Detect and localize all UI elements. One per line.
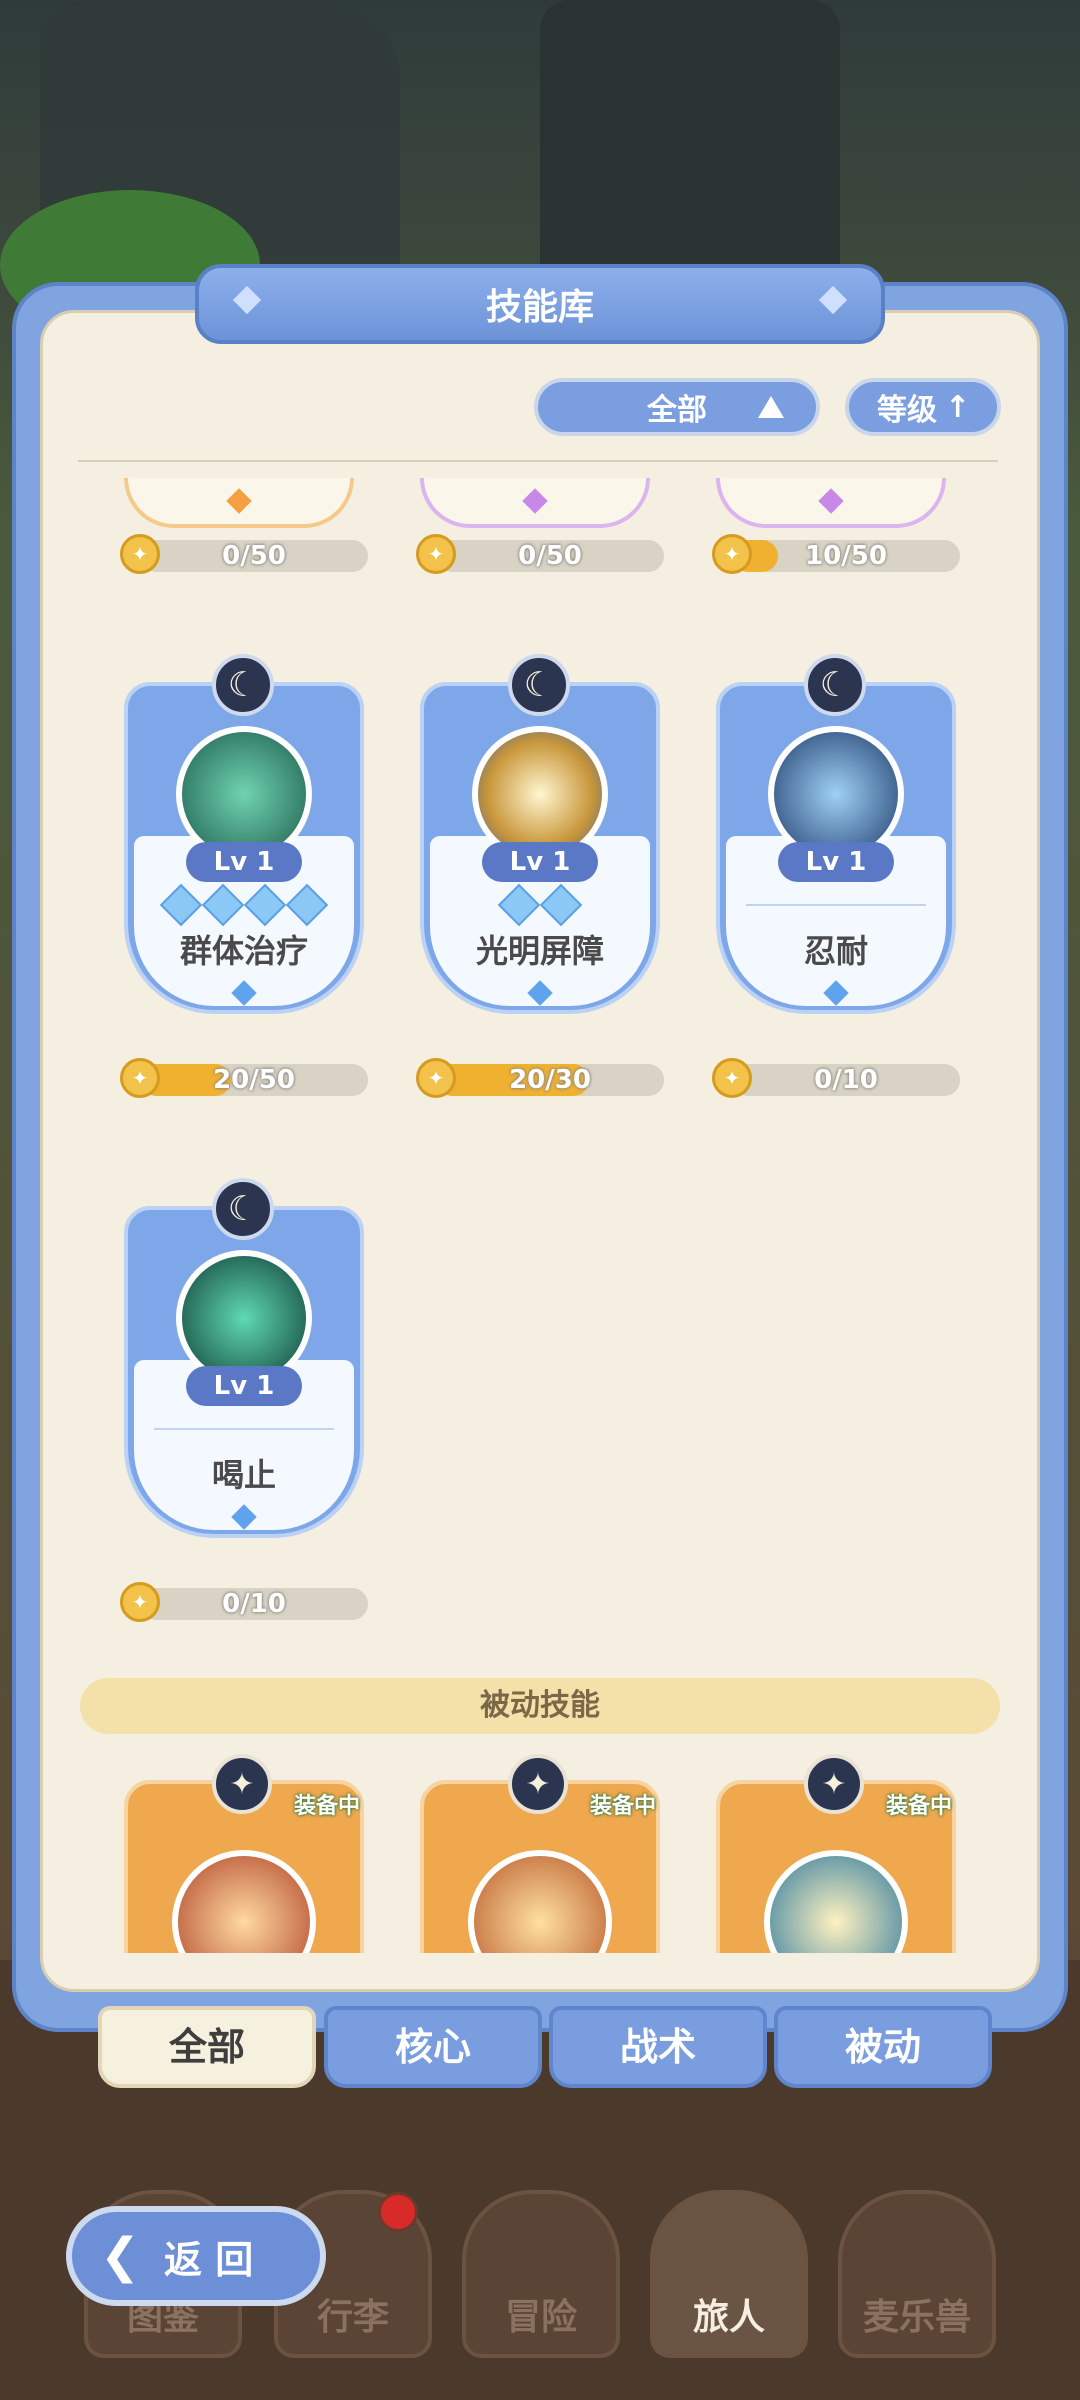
crescent-moon-icon: ☾ [804,654,866,716]
skill-fragment-icon: ✦ [712,1058,752,1098]
skill-card-partial[interactable] [420,478,650,528]
diamond-icon [818,488,844,514]
diamond-ornament-icon [232,285,262,315]
skill-name: 忍耐 [803,932,868,970]
skill-card[interactable]: ☾ Lv 1 群体治疗 [124,654,364,1014]
skill-name: 光明屏障 [475,932,604,970]
equipped-tag: 装备中 [293,1794,360,1819]
skill-fragment-icon: ✦ [120,1582,160,1622]
tab-passive[interactable]: 被动 [774,2006,992,2088]
skill-card[interactable]: ☾ Lv 1 忍耐 [716,654,956,1014]
crescent-moon-icon: ☾ [212,654,274,716]
star-rating [420,883,660,927]
skill-progress-bar: 10/50 [732,540,960,572]
skill-fragment-icon: ✦ [416,534,456,574]
star-icon [539,883,583,927]
notification-dot-icon [378,2192,418,2232]
tab-all[interactable]: 全部 [98,2006,316,2088]
tab-label: 核心 [394,2025,471,2069]
category-filter-dropdown[interactable]: 全部 [534,378,820,436]
nav-adventure[interactable]: 冒险 [462,2190,620,2358]
skill-progress-bar: 0/50 [140,540,368,572]
divider [78,460,998,462]
nav-traveler[interactable]: 旅人 [650,2190,808,2358]
passive-skills-header: 被动技能 [80,1678,1000,1734]
progress-text: 0/10 [814,1065,878,1095]
skill-progress-bar: 0/10 [732,1064,960,1096]
sort-label: 等级 [877,393,937,428]
panel-title-banner: 技能库 [195,264,885,344]
compass-star-icon: ✦ [804,1754,864,1814]
star-icon [285,883,329,927]
skill-card[interactable]: ☾ Lv 1 喝止 [124,1178,364,1538]
category-filter-label: 全部 [647,393,707,428]
skill-progress-bar: 20/30 [436,1064,664,1096]
chevron-left-icon: ❮ [100,2228,141,2284]
skill-progress-bar: 0/50 [436,540,664,572]
skill-card-partial[interactable] [716,478,946,528]
tab-label: 全部 [168,2025,245,2069]
skill-fragment-icon: ✦ [120,534,160,574]
equipped-tag: 装备中 [885,1794,952,1819]
skill-name: 喝止 [211,1456,276,1494]
panel-title: 技能库 [485,287,594,328]
passive-skill-card[interactable]: ✦ 装备中 [124,1754,364,1953]
sort-by-level-button[interactable]: 等级 ↑ [845,378,1001,436]
progress-text: 0/50 [518,541,582,571]
progress-text: 20/30 [509,1065,591,1095]
skill-progress-bar: 0/10 [140,1588,368,1620]
tab-tactics[interactable]: 战术 [549,2006,767,2088]
skill-card-partial[interactable] [124,478,354,528]
skill-level-badge: Lv 1 [482,842,598,882]
skill-level-badge: Lv 1 [186,842,302,882]
tab-label: 被动 [844,2025,921,2069]
tab-label: 战术 [619,2025,696,2069]
back-label: 返 回 [164,2237,254,2282]
skill-name: 群体治疗 [179,932,308,970]
skill-list-scroll-area[interactable]: ✦ 0/50 ✦ 0/50 ✦ 10/50 ☾ Lv 1 群体治疗 ☾ Lv 1… [40,478,1040,1953]
star-icon [201,883,245,927]
progress-text: 0/10 [222,1589,286,1619]
tab-core[interactable]: 核心 [324,2006,542,2088]
skill-card[interactable]: ☾ Lv 1 光明屏障 [420,654,660,1014]
divider [746,904,926,906]
passive-skill-card[interactable]: ✦ 装备中 [420,1754,660,1953]
diamond-ornament-icon [818,285,848,315]
back-button[interactable]: ❮ 返 回 [66,2206,326,2306]
diamond-icon [522,488,548,514]
progress-text: 20/50 [213,1065,295,1095]
passive-skills-title: 被动技能 [480,1688,600,1723]
skill-fragment-icon: ✦ [416,1058,456,1098]
nav-label: 冒险 [504,2297,577,2338]
skill-fragment-icon: ✦ [712,534,752,574]
compass-star-icon: ✦ [508,1754,568,1814]
star-icon [243,883,287,927]
sort-arrow-icon: ↑ [945,389,971,425]
compass-star-icon: ✦ [212,1754,272,1814]
diamond-icon [226,488,252,514]
progress-text: 10/50 [805,541,887,571]
nav-label: 旅人 [692,2297,765,2338]
divider [154,1428,334,1430]
skill-level-badge: Lv 1 [186,1366,302,1406]
star-icon [159,883,203,927]
triangle-up-icon [758,396,784,418]
crescent-moon-icon: ☾ [508,654,570,716]
equipped-tag: 装备中 [589,1794,656,1819]
passive-skill-card[interactable]: ✦ 装备中 [716,1754,956,1953]
nav-label: 麦乐兽 [862,2297,971,2338]
skill-fragment-icon: ✦ [120,1058,160,1098]
skill-progress-bar: 20/50 [140,1064,368,1096]
nav-maile-beast[interactable]: 麦乐兽 [838,2190,996,2358]
star-icon [497,883,541,927]
skill-level-badge: Lv 1 [778,842,894,882]
crescent-moon-icon: ☾ [212,1178,274,1240]
progress-text: 0/50 [222,541,286,571]
star-rating [124,883,364,927]
